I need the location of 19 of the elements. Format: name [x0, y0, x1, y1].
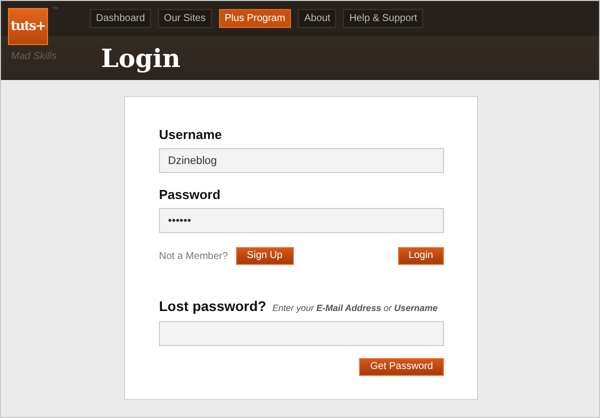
password-field[interactable]: ••••••	[159, 208, 444, 233]
recovery-field[interactable]	[159, 321, 444, 346]
nav-link[interactable]: Plus Program	[218, 9, 292, 28]
lost-password-hint: Enter your E-Mail Address or Username	[272, 303, 438, 313]
logo[interactable]: tuts+	[8, 8, 48, 45]
lost-password-heading: Lost password?	[159, 298, 266, 314]
page-title: Login	[101, 44, 180, 72]
nav-link[interactable]: Help & Support	[343, 9, 424, 28]
tagline: Mad Skills	[11, 50, 58, 62]
nav-link[interactable]: Dashboard	[90, 9, 151, 28]
nav-link[interactable]: Our Sites	[158, 9, 212, 28]
username-label: Username	[159, 127, 223, 142]
signup-button[interactable]: Sign Up	[236, 247, 294, 265]
password-label: Password	[159, 187, 222, 202]
member-prompt: Not a Member?	[159, 250, 228, 262]
login-button[interactable]: Login	[398, 247, 444, 265]
nav-link[interactable]: About	[298, 9, 336, 28]
username-field[interactable]: Dzineblog	[159, 148, 444, 173]
get-password-button[interactable]: Get Password	[359, 358, 444, 376]
